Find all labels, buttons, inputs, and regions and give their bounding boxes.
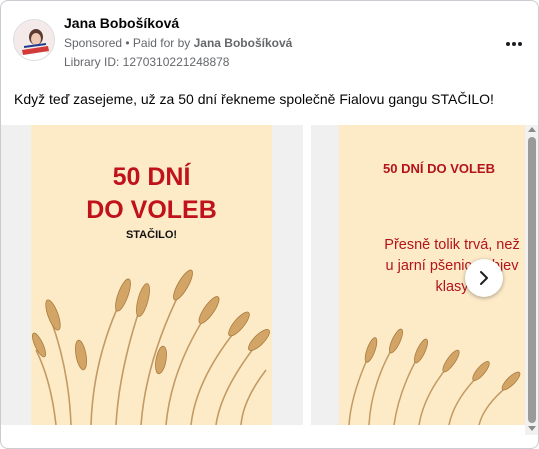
vertical-scrollbar[interactable] [525,125,538,435]
poster-1-title: 50 DNÍ DO VOLEB [31,161,272,227]
post-header: Jana Bobošíková Sponsored • Paid for by … [13,13,528,73]
library-id: Library ID: 1270310221248878 [64,55,230,69]
author-name[interactable]: Jana Bobošíková [64,15,179,31]
scroll-down-arrow-icon[interactable] [528,426,536,431]
scroll-up-arrow-icon[interactable] [528,127,536,132]
paid-for-name[interactable]: Jana Bobošíková [194,36,293,50]
poster-image-1[interactable]: 50 DNÍ DO VOLEB STAČILO! [31,125,272,425]
carousel-card-1[interactable]: 50 DNÍ DO VOLEB STAČILO! [1,125,303,425]
more-horizontal-icon [506,42,522,46]
sponsored-info: Sponsored • Paid for by Jana Bobošíková [64,36,292,50]
more-options-button[interactable] [502,33,526,53]
scrollbar-thumb[interactable] [528,137,536,423]
wheat-illustration-2 [348,328,521,425]
chevron-right-icon [480,271,488,285]
carousel[interactable]: 50 DNÍ DO VOLEB STAČILO! 50 DNÍ DO VOLEB… [1,125,525,425]
poster-1-title-line-1: 50 DNÍ [112,163,191,191]
ad-card: Jana Bobošíková Sponsored • Paid for by … [0,0,539,449]
poster-2-title: 50 DNÍ DO VOLEB [383,161,495,176]
poster-2-text-line-1: Přesně tolik trvá, než [384,237,520,253]
paid-for-prefix: Paid for by [132,36,194,50]
meta-separator: • [122,36,133,50]
carousel-next-button[interactable] [465,259,503,297]
profile-photo-icon [14,20,54,60]
post-text: Když teď zasejeme, už za 50 dní řekneme … [14,91,494,107]
sponsored-label: Sponsored [64,36,123,50]
wheat-illustration [32,269,270,425]
avatar[interactable] [13,19,55,61]
poster-1-subtitle: STAČILO! [125,229,178,241]
poster-1-title-line-2: DO VOLEB [86,196,217,224]
